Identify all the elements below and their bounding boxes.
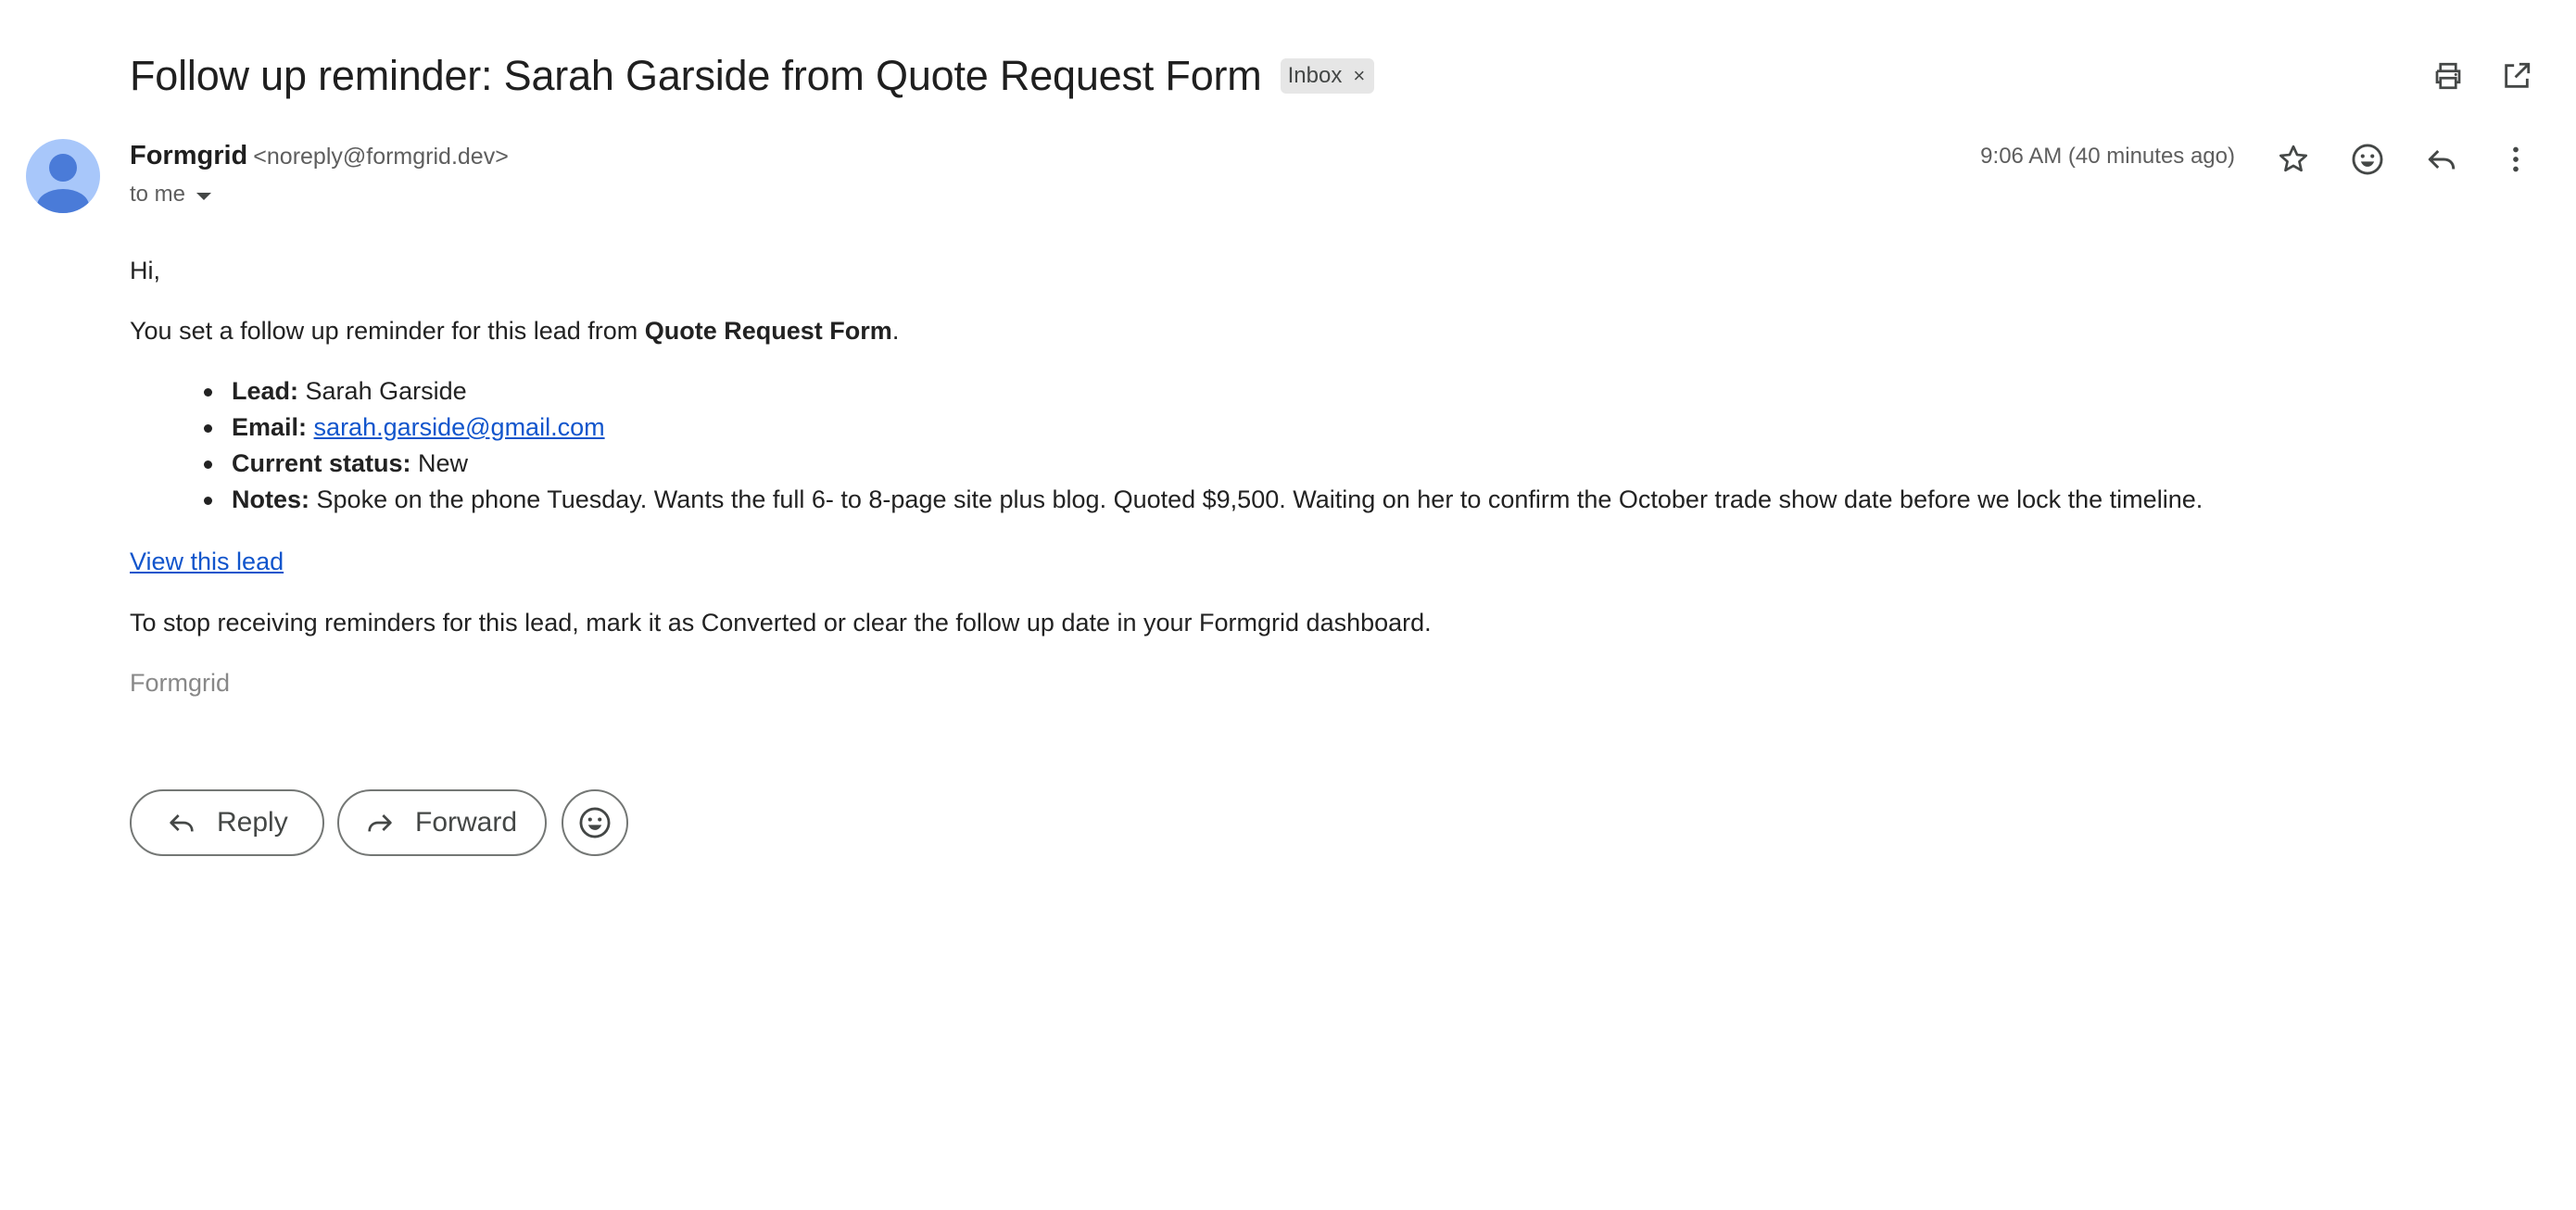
subject-row: Follow up reminder: Sarah Garside from Q… (130, 48, 1375, 104)
lead-label: Lead: (232, 377, 299, 405)
sender-line: Formgrid <noreply@formgrid.dev> (130, 141, 509, 171)
lead-value: Sarah Garside (305, 377, 467, 405)
more-vert-icon[interactable] (2495, 139, 2536, 180)
notes-value: Spoke on the phone Tuesday. Wants the fu… (316, 485, 2203, 513)
status-value: New (418, 449, 469, 477)
reply-button[interactable]: Reply (130, 789, 324, 856)
view-lead-link[interactable]: View this lead (130, 548, 284, 575)
reply-icon (167, 808, 196, 838)
remove-label-icon[interactable]: × (1353, 64, 1365, 88)
open-in-new-window-icon[interactable] (2498, 57, 2535, 95)
intro-suffix: . (891, 317, 900, 345)
recipient-details-toggle[interactable]: to me (130, 182, 212, 208)
star-icon[interactable] (2273, 139, 2314, 180)
label-text: Inbox (1287, 63, 1343, 88)
greeting: Hi, (130, 257, 160, 284)
email-timestamp: 9:06 AM (40 minutes ago) (1980, 144, 2235, 169)
view-lead-paragraph: View this lead (130, 543, 284, 580)
reply-icon[interactable] (2421, 139, 2462, 180)
stop-reminders-text: To stop receiving reminders for this lea… (130, 609, 1432, 637)
emoji-icon[interactable] (2347, 139, 2388, 180)
sender-avatar[interactable] (26, 139, 100, 213)
signature: Formgrid (130, 669, 231, 697)
person-icon (37, 154, 89, 213)
forward-button-label: Forward (415, 807, 518, 838)
intro-form-name: Quote Request Form (644, 317, 892, 345)
list-item-lead: Lead: Sarah Garside (203, 373, 2203, 410)
email-label: Email: (232, 413, 308, 441)
email-subject: Follow up reminder: Sarah Garside from Q… (130, 52, 1262, 99)
reply-button-label: Reply (217, 807, 288, 838)
emoji-react-button[interactable] (562, 789, 628, 856)
emoji-icon (579, 807, 611, 838)
notes-label: Notes: (232, 485, 310, 513)
recipient-text: to me (130, 182, 186, 207)
print-icon[interactable] (2430, 57, 2467, 95)
intro-paragraph: You set a follow up reminder for this le… (130, 312, 899, 349)
sender-name[interactable]: Formgrid (130, 141, 247, 171)
lead-details-list: Lead: Sarah Garside Email: sarah.garside… (203, 373, 2203, 518)
list-item-notes: Notes: Spoke on the phone Tuesday. Wants… (203, 482, 2203, 518)
lead-email-link[interactable]: sarah.garside@gmail.com (314, 413, 605, 441)
sender-email: <noreply@formgrid.dev> (253, 144, 509, 170)
dropdown-caret-icon[interactable] (196, 193, 212, 200)
status-label: Current status: (232, 449, 411, 477)
intro-prefix: You set a follow up reminder for this le… (130, 317, 645, 345)
forward-icon (365, 808, 395, 838)
list-item-email: Email: sarah.garside@gmail.com (203, 410, 2203, 446)
inbox-label-chip[interactable]: Inbox × (1280, 58, 1375, 94)
forward-button[interactable]: Forward (337, 789, 547, 856)
list-item-status: Current status: New (203, 446, 2203, 482)
